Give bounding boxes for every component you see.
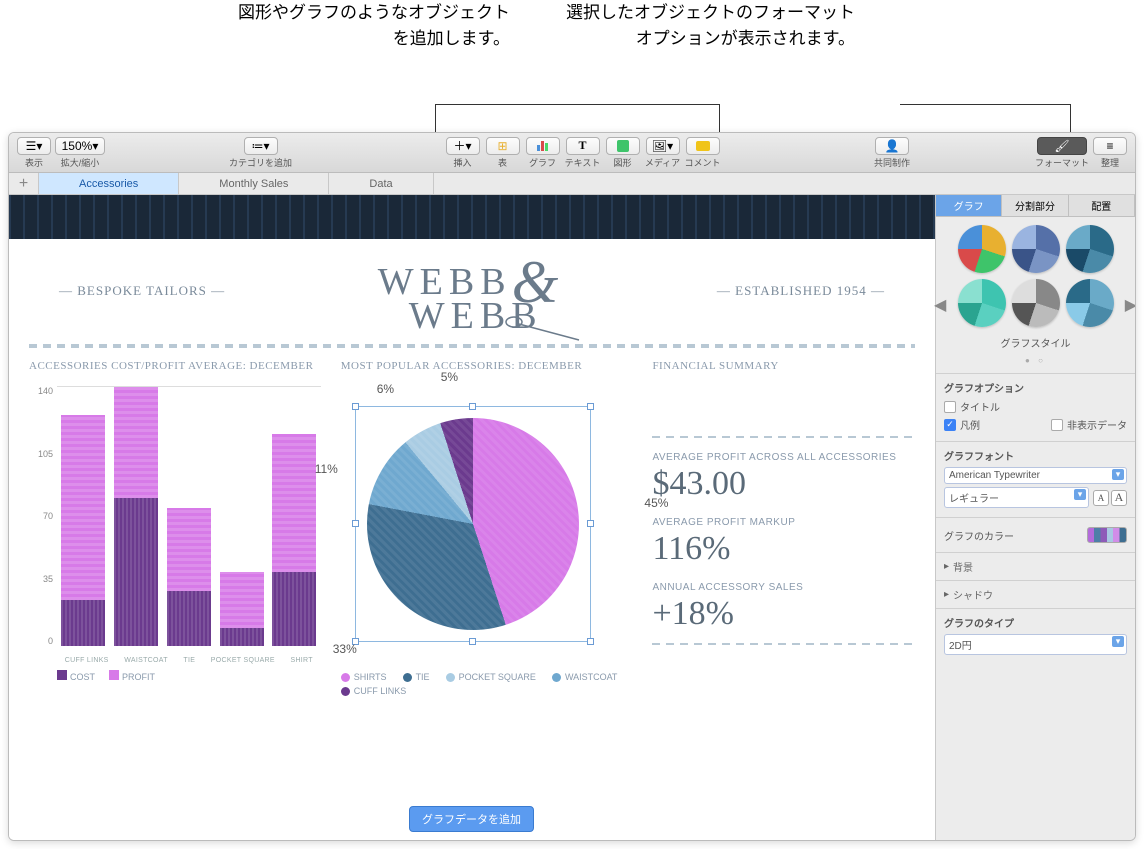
inspector-tab-arrange[interactable]: 配置 [1069, 195, 1135, 217]
format-button[interactable]: 🖌フォーマット [1035, 135, 1089, 171]
hidden-data-checkbox[interactable] [1051, 419, 1063, 431]
inspector-tab-segments[interactable]: 分割部分 [1002, 195, 1068, 217]
tagline-left: — BESPOKE TAILORS — [59, 283, 225, 299]
pie-chart-title: MOST POPULAR ACCESSORIES: DECEMBER [341, 360, 633, 372]
chart-type-select[interactable]: 2D円 [944, 634, 1127, 655]
header-texture [9, 195, 935, 239]
add-sheet-button[interactable]: + [9, 173, 39, 194]
chart-color-picker[interactable] [1087, 527, 1127, 543]
table-button[interactable]: ⊞表 [484, 135, 522, 171]
chart-style[interactable] [1012, 279, 1060, 327]
bar-legend: COST PROFIT [57, 670, 155, 682]
summary-label: AVERAGE PROFIT ACROSS ALL ACCESSORIES [652, 452, 915, 463]
shape-icon [617, 140, 629, 152]
needle-icon [504, 312, 584, 342]
canvas[interactable]: — BESPOKE TAILORS — WEBB& WEBB — ESTABLI… [9, 195, 935, 840]
pie-legend: SHIRTS TIE POCKET SQUARE WAISTCOAT CUFF … [341, 672, 633, 696]
resize-handle[interactable] [469, 403, 476, 410]
text-button[interactable]: Tテキスト [564, 135, 602, 171]
sheet-tab-data[interactable]: Data [329, 173, 433, 194]
summary-title: FINANCIAL SUMMARY [652, 360, 915, 372]
chart-style[interactable] [1066, 279, 1114, 327]
inspector: グラフ 分割部分 配置 ◀ ▶ グラフスタイル ● ○ グラフオプション タイト… [935, 195, 1135, 840]
resize-handle[interactable] [469, 638, 476, 645]
resize-handle[interactable] [587, 403, 594, 410]
sheet-tabs: + Accessories Monthly Sales Data [9, 173, 1135, 195]
callout-insert: 図形やグラフのようなオブジェクトを追加します。 [230, 0, 510, 51]
add-chart-data-button[interactable]: グラフデータを追加 [409, 806, 534, 832]
brush-icon: 🖌 [1054, 139, 1069, 153]
comment-icon [696, 141, 710, 151]
style-next[interactable]: ▶ [1125, 295, 1135, 315]
style-pager[interactable]: ● ○ [944, 356, 1127, 365]
resize-handle[interactable] [587, 638, 594, 645]
summary-value: +18% [652, 595, 915, 633]
background-disclosure[interactable]: ▸ 背景 [944, 559, 1127, 574]
callout-format: 選択したオブジェクトのフォーマットオプションが表示されます。 [565, 0, 855, 51]
media-button[interactable]: 🖼▾メディア [644, 135, 682, 171]
resize-handle[interactable] [587, 520, 594, 527]
bar-chart-title: ACCESSORIES COST/PROFIT AVERAGE: DECEMBE… [29, 360, 321, 372]
chart-style[interactable] [958, 225, 1006, 273]
options-heading: グラフオプション [944, 380, 1127, 395]
title-checkbox[interactable] [944, 401, 956, 413]
legend-checkbox[interactable]: ✓ [944, 419, 956, 431]
pie-label: 6% [377, 382, 394, 396]
pie-label: 45% [644, 496, 668, 510]
summary-value: $43.00 [652, 465, 915, 503]
organize-button[interactable]: ≡整理 [1091, 135, 1129, 171]
color-heading: グラフのカラー [944, 528, 1014, 543]
comment-button[interactable]: コメント [684, 135, 722, 171]
zoom-button[interactable]: 150%▾拡大/縮小 [55, 135, 105, 171]
bar-chart[interactable]: 14010570350 CUFF LINKSWAISTCOATTIEPOCKET… [29, 386, 321, 676]
collaborate-button[interactable]: 👤共同制作 [873, 135, 911, 171]
y-axis: 14010570350 [29, 386, 53, 646]
font-larger[interactable]: A [1111, 490, 1127, 506]
tagline-right: — ESTABLISHED 1954 — [717, 283, 885, 299]
pie-label: 33% [333, 642, 357, 656]
toolbar: ☰▾表示 150%▾拡大/縮小 ≔▾カテゴリを追加 ＋▾挿入 ⊞表 グラフ Tテ… [9, 133, 1135, 173]
category-button[interactable]: ≔▾カテゴリを追加 [229, 135, 292, 171]
shape-button[interactable]: 図形 [604, 135, 642, 171]
resize-handle[interactable] [352, 403, 359, 410]
divider [29, 344, 915, 348]
pie-chart[interactable]: 45% 33% 11% 6% 5% SHIRTS TIE POCKET SQUA… [341, 386, 633, 676]
app-window: ☰▾表示 150%▾拡大/縮小 ≔▾カテゴリを追加 ＋▾挿入 ⊞表 グラフ Tテ… [8, 132, 1136, 841]
pie-label: 11% [315, 462, 338, 476]
resize-handle[interactable] [352, 520, 359, 527]
pie-label: 5% [441, 370, 458, 384]
summary-label: AVERAGE PROFIT MARKUP [652, 517, 915, 528]
style-prev[interactable]: ◀ [934, 295, 946, 315]
type-heading: グラフのタイプ [944, 615, 1127, 630]
style-label: グラフスタイル [944, 335, 1127, 350]
font-weight-select[interactable]: レギュラー [944, 487, 1089, 508]
inspector-tab-chart[interactable]: グラフ [936, 195, 1002, 217]
chart-icon [537, 141, 548, 151]
insert-group: ＋▾挿入 ⊞表 グラフ Tテキスト 図形 🖼▾メディア コメント [444, 135, 722, 171]
sheet-tab-accessories[interactable]: Accessories [39, 173, 179, 194]
pie-graphic[interactable] [367, 418, 579, 630]
insert-button[interactable]: ＋▾挿入 [444, 135, 482, 171]
font-smaller[interactable]: A [1093, 490, 1109, 506]
sheet-tab-monthly[interactable]: Monthly Sales [179, 173, 329, 194]
font-heading: グラフフォント [944, 448, 1127, 463]
chart-style[interactable] [958, 279, 1006, 327]
chart-style[interactable] [1066, 225, 1114, 273]
shadow-disclosure[interactable]: ▸ シャドウ [944, 587, 1127, 602]
chart-style[interactable] [1012, 225, 1060, 273]
view-button[interactable]: ☰▾表示 [15, 135, 53, 171]
font-family-select[interactable]: American Typewriter [944, 467, 1127, 484]
summary-label: ANNUAL ACCESSORY SALES [652, 582, 915, 593]
chart-style-picker: ◀ ▶ グラフスタイル ● ○ [936, 217, 1135, 373]
logo: WEBB& WEBB [378, 249, 564, 332]
chart-button[interactable]: グラフ [524, 135, 562, 171]
summary-value: 116% [652, 530, 915, 568]
